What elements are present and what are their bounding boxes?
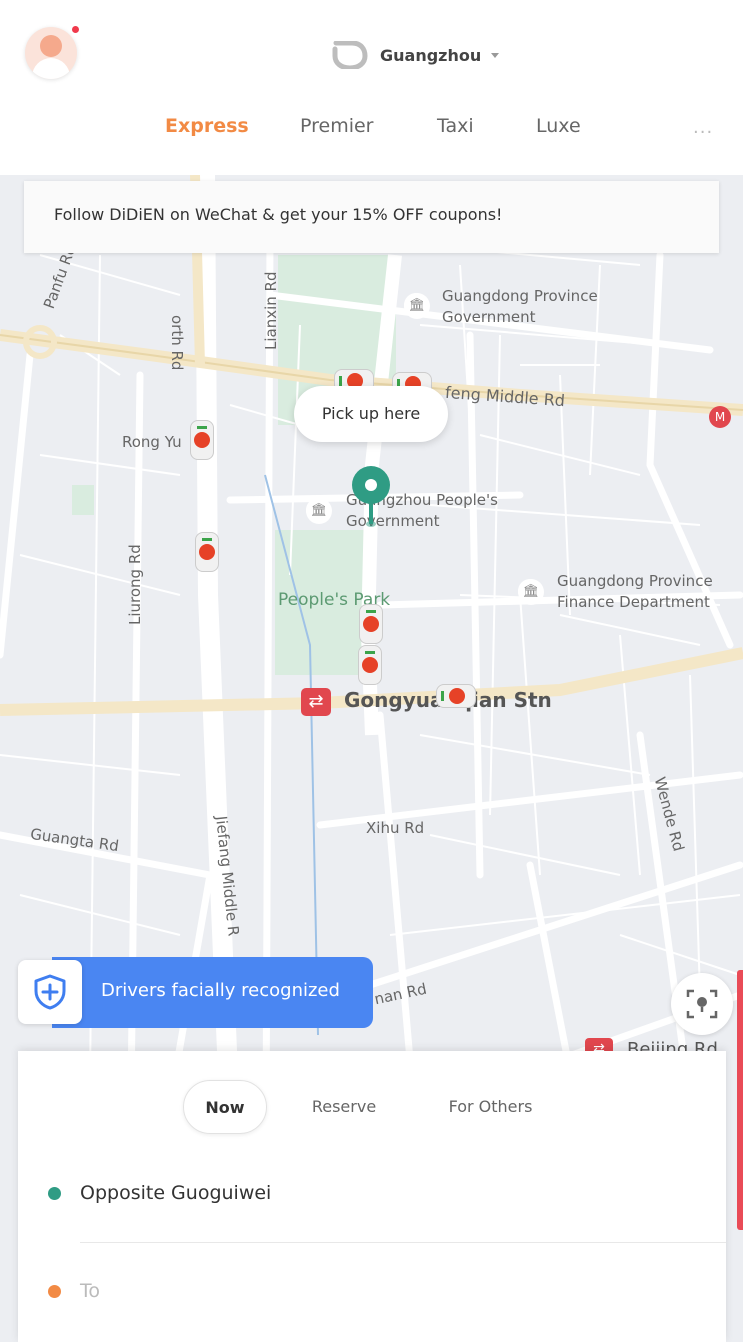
side-edge-strip [737, 970, 743, 1230]
service-tabs: Express Premier Taxi Luxe [0, 115, 743, 155]
map-label-rong-yu: Rong Yu [122, 433, 182, 451]
tab-express[interactable]: Express [165, 115, 249, 137]
locate-icon [686, 989, 718, 1019]
park-area-small [72, 485, 94, 515]
shield-button[interactable] [18, 960, 82, 1024]
notification-dot [70, 24, 81, 35]
destination-dot-icon [48, 1285, 61, 1298]
map-label-finance-2: Finance Department [557, 593, 710, 611]
avatar-head-shape [40, 35, 62, 57]
metro-station-icon: ⇄ [301, 688, 331, 716]
tab-premier[interactable]: Premier [300, 115, 374, 137]
car-icon [359, 604, 383, 644]
booking-panel: Now Reserve For Others Opposite Guoguiwe… [18, 1051, 726, 1342]
government-building-icon: 🏛 [404, 293, 430, 319]
chevron-down-icon [491, 52, 500, 58]
car-icon [436, 684, 476, 708]
shield-plus-icon [34, 974, 66, 1010]
security-notice-text: Drivers facially recognized [101, 980, 340, 1001]
government-building-icon: 🏛 [306, 498, 332, 524]
mode-reserve[interactable]: Reserve [299, 1080, 389, 1134]
city-selector[interactable]: Guangzhou [332, 38, 500, 72]
divider [80, 1242, 726, 1243]
avatar-body-shape [32, 58, 70, 79]
pickup-location[interactable]: Opposite Guoguiwei [80, 1182, 271, 1204]
didi-logo-icon [332, 41, 368, 69]
promo-banner-text: Follow DiDiEN on WeChat & get your 15% O… [54, 205, 503, 224]
top-bar: Guangzhou Express Premier Taxi Luxe ··· [0, 0, 743, 175]
map-label-xihu-rd: Xihu Rd [366, 819, 425, 837]
user-avatar[interactable] [25, 27, 77, 79]
more-icon[interactable]: ··· [693, 122, 713, 143]
map-label-gz-gov-2: Government [346, 512, 440, 530]
map-label-gd-gov-2: Government [442, 308, 536, 326]
pickup-pin-shadow [366, 521, 376, 527]
map-label-lianxin-rd: Lianxin Rd [262, 271, 280, 351]
government-building-icon: 🏛 [518, 579, 544, 605]
tab-taxi[interactable]: Taxi [437, 115, 474, 137]
metro-icon: M [709, 406, 731, 428]
pickup-dot-icon [48, 1187, 61, 1200]
locate-me-button[interactable] [671, 973, 733, 1035]
city-name: Guangzhou [380, 45, 482, 65]
mode-now[interactable]: Now [183, 1080, 267, 1134]
map-label-liurong-rd: Liurong Rd [126, 544, 144, 625]
car-icon [358, 645, 382, 685]
car-icon [190, 420, 214, 460]
car-icon [195, 532, 219, 572]
map-label-north-rd: orth Rd [168, 315, 186, 371]
map-label-gd-gov-1: Guangdong Province [442, 287, 598, 305]
pickup-pin-icon[interactable] [352, 466, 390, 504]
promo-banner[interactable]: Follow DiDiEN on WeChat & get your 15% O… [24, 181, 719, 253]
destination-input[interactable]: To [80, 1280, 100, 1302]
security-notice[interactable]: Drivers facially recognized [52, 957, 373, 1028]
pickup-bubble[interactable]: Pick up here [294, 386, 448, 442]
map-label-finance-1: Guangdong Province [557, 572, 713, 590]
tab-luxe[interactable]: Luxe [536, 115, 581, 137]
mode-for-others[interactable]: For Others [438, 1080, 543, 1134]
